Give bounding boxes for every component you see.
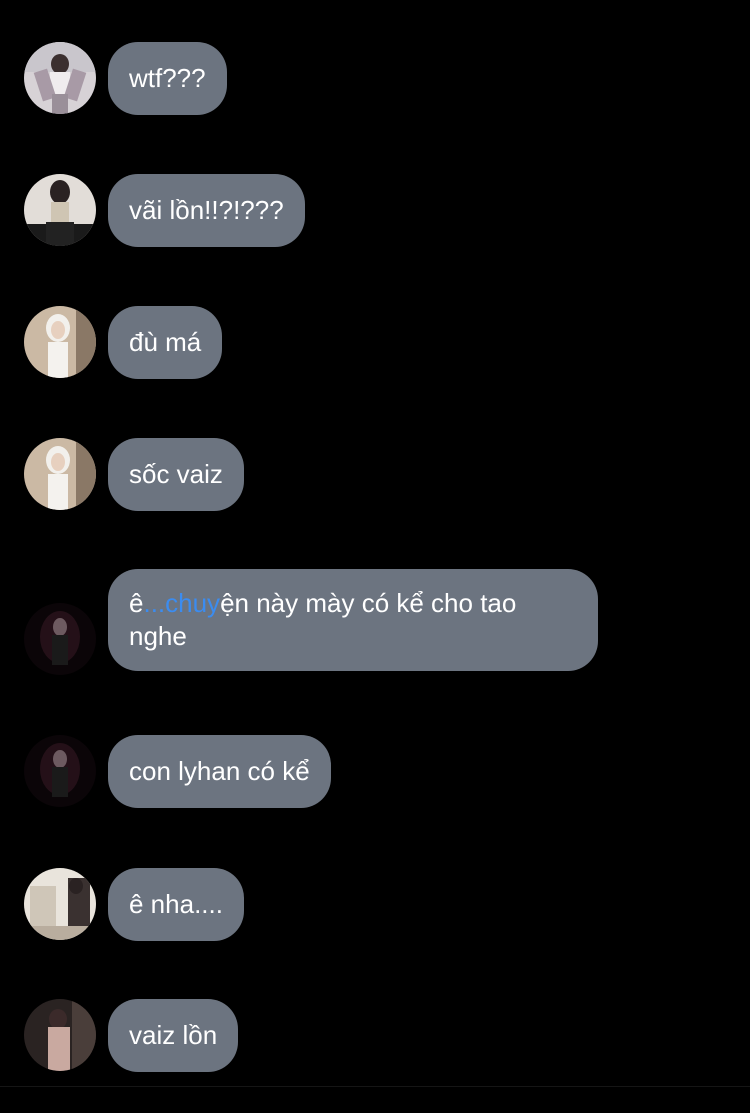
sender-avatar[interactable] [24,42,96,114]
sender-avatar[interactable] [24,603,96,675]
timestamp-ghost [106,819,356,845]
message-text: vãi lồn!!?!??? [129,195,284,225]
avatar-photo-icon [24,735,96,807]
avatar-photo-icon [24,603,96,675]
message-bubble[interactable]: ê...chuyện này mày có kể cho tao nghe [108,569,598,671]
timestamp-ghost [106,952,356,978]
message-bubble[interactable]: vãi lồn!!?!??? [108,174,305,247]
message-bubble[interactable]: vaiz lồn [108,999,239,1072]
message-bubble[interactable]: sốc vaiz [108,438,244,511]
avatar-photo-icon [24,42,96,114]
message-text: ê nha.... [129,889,223,919]
sender-avatar[interactable] [24,438,96,510]
divider [0,1086,750,1087]
avatar-photo-icon [24,868,96,940]
avatar-photo-icon [24,999,96,1071]
message-text: đù má [129,327,202,357]
message-text: sốc vaiz [129,459,223,489]
message-text-before: ê [129,588,144,618]
timestamp-ghost [106,392,356,418]
message-bubble[interactable]: wtf??? [108,42,227,115]
message-text: wtf??? [129,63,206,93]
sender-avatar[interactable] [24,735,96,807]
message-text: vaiz lồn [129,1020,218,1050]
avatar-photo-icon [24,438,96,510]
sender-avatar[interactable] [24,306,96,378]
message-bubble[interactable]: đù má [108,306,223,379]
timestamp-ghost [106,683,356,709]
chat-thread: wtf??? vãi lồn!!?!??? đù má sốc vaiz ê..… [0,0,750,1113]
avatar-photo-icon [24,174,96,246]
sender-avatar[interactable] [24,868,96,940]
sender-avatar[interactable] [24,174,96,246]
sender-avatar[interactable] [24,999,96,1071]
avatar-photo-icon [24,306,96,378]
mention-link[interactable]: ...chuy [143,588,220,618]
message-text: con lyhan có kể [129,756,310,786]
timestamp-ghost [106,520,356,546]
message-bubble[interactable]: con lyhan có kể [108,735,331,808]
timestamp-ghost [106,126,356,152]
message-bubble[interactable]: ê nha.... [108,868,244,941]
